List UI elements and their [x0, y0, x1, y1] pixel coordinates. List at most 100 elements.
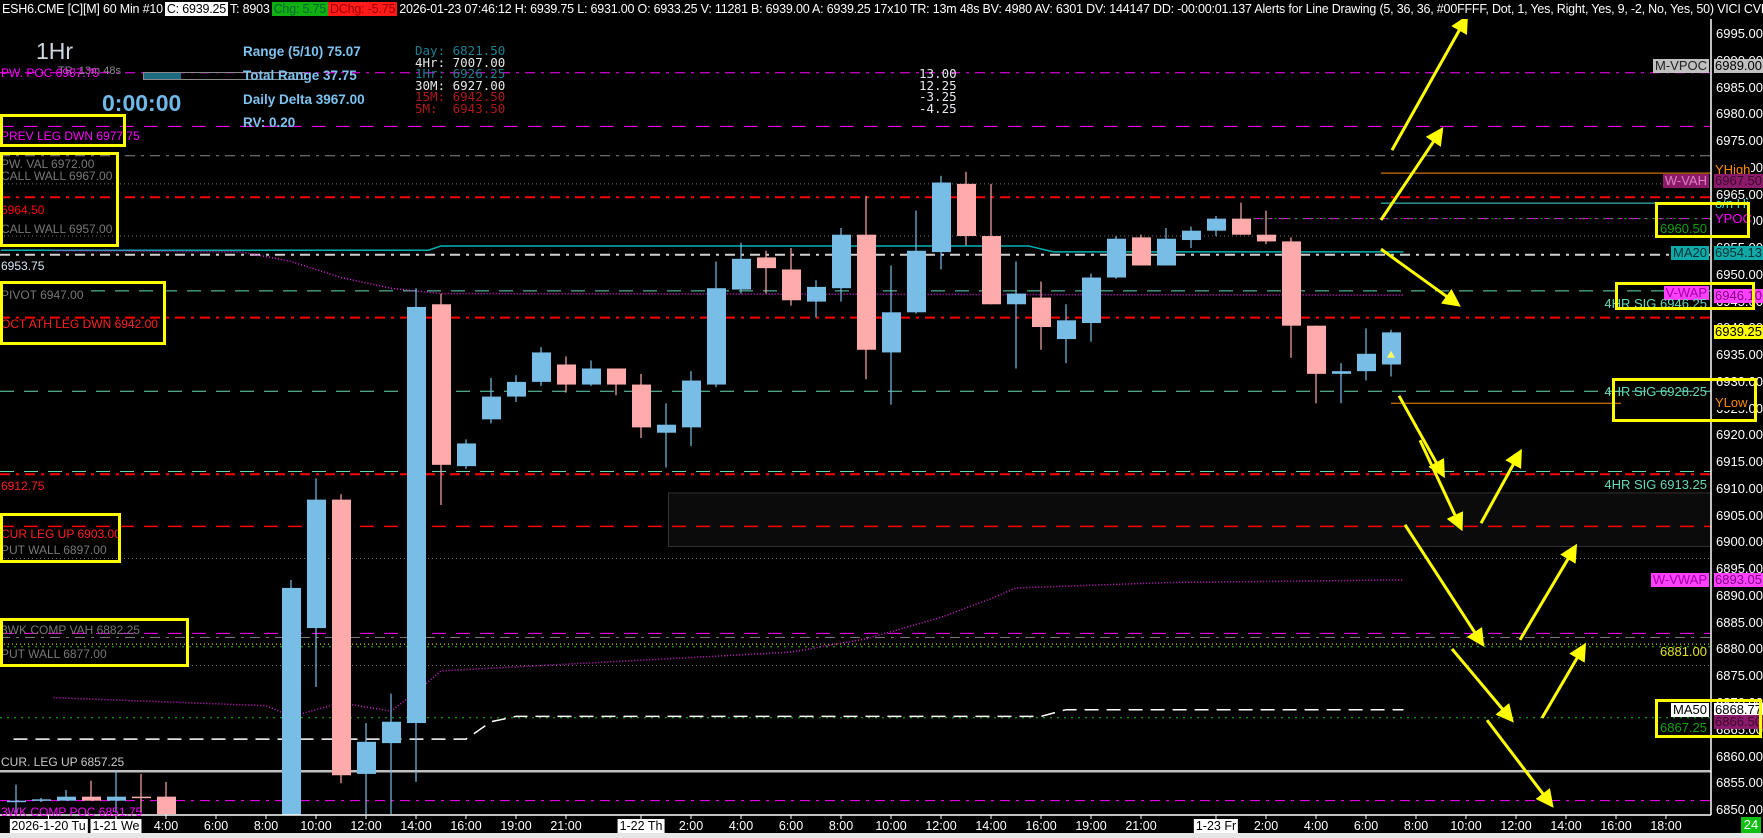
time-tick-label: 10:00: [875, 819, 907, 833]
time-tick-label: 8:00: [253, 819, 279, 833]
candle-down: [1232, 218, 1251, 235]
time-tick-label: 14:00: [400, 819, 432, 833]
drawn-highlight-rectangle[interactable]: [0, 281, 166, 345]
time-tick-label: 18:00: [1650, 819, 1682, 833]
time-tick-label: 6:00: [778, 819, 804, 833]
candle-up: [1332, 371, 1351, 374]
price-axis-marker: 6939.25: [1714, 324, 1763, 340]
level-label-left: CUR. LEG UP 6857.25: [1, 754, 125, 769]
time-tick-label: 12:00: [925, 819, 957, 833]
price-tick-label: 6910.00: [1716, 480, 1763, 496]
time-tick-label: 10:00: [1450, 819, 1482, 833]
daily-delta-stat: Daily Delta 3967.00: [243, 92, 365, 107]
candle-up: [407, 306, 426, 724]
symbol-label[interactable]: ESH6.CME [C][M] 60 Min #10: [0, 2, 165, 16]
level-label-right: M-VPOC: [1653, 58, 1709, 74]
range-stat: Range (5/10) 75.07: [243, 44, 361, 59]
level-label-left: 3WK COMP POC 6851.75: [1, 804, 143, 819]
time-tick-label: 14:00: [975, 819, 1007, 833]
drawn-arrow[interactable]: [1397, 395, 1445, 479]
candle-down: [332, 499, 351, 776]
drawn-arrow[interactable]: [1485, 719, 1554, 808]
candle-down: [82, 796, 101, 801]
time-tick-label: 16:00: [1600, 819, 1632, 833]
drawn-highlight-rectangle[interactable]: [0, 114, 126, 147]
price-axis-marker: 6954.13: [1714, 244, 1763, 260]
drawn-highlight-rectangle[interactable]: [1612, 378, 1757, 422]
price-tick-label: 6995.00: [1716, 26, 1763, 41]
drawn-arrow[interactable]: [1379, 126, 1444, 221]
price-tick-label: 6920.00: [1716, 427, 1763, 443]
candle-up: [482, 396, 501, 420]
drawn-highlight-rectangle[interactable]: [0, 513, 121, 563]
timeframe-label: 1Hr: [36, 38, 74, 64]
candle-up: [657, 424, 676, 433]
drawn-highlight-rectangle[interactable]: [0, 618, 189, 667]
time-tick-label: 16:00: [1025, 819, 1057, 833]
price-tick-label: 6980.00: [1716, 106, 1763, 122]
candle-down: [432, 304, 451, 465]
level-label-left: 6912.75: [1, 478, 45, 493]
candle-down: [782, 269, 801, 301]
drawn-highlight-rectangle[interactable]: [1615, 282, 1755, 310]
price-tick-label: 6855.00: [1716, 775, 1763, 791]
level-label-right: W-VAH: [1662, 173, 1709, 189]
drawn-arrow[interactable]: [1380, 247, 1461, 307]
candle-down: [632, 384, 651, 428]
level-label-left: 6953.75: [1, 258, 45, 273]
ma20-curve: [1, 245, 1404, 253]
candle-up: [32, 799, 51, 801]
time-tick-label: 4:00: [153, 819, 179, 833]
price-tick-label: 6985.00: [1716, 79, 1763, 95]
candle-up: [507, 381, 526, 397]
candle-up: [382, 721, 401, 744]
drawn-highlight-rectangle[interactable]: [0, 152, 119, 247]
time-tick-label: 10:00: [300, 819, 332, 833]
candle-up: [357, 741, 376, 774]
candle-up: [532, 352, 551, 382]
ma50-curve: [13, 708, 1404, 740]
price-zone-box[interactable]: [668, 492, 1712, 547]
drawn-arrow[interactable]: [1518, 543, 1578, 641]
level-label-right: MA20: [1671, 244, 1709, 260]
time-tick-label: 12:00: [350, 819, 382, 833]
candle-up: [307, 499, 326, 629]
level-label-right: 6881.00: [1660, 643, 1707, 659]
drawn-arrow[interactable]: [1450, 647, 1514, 723]
chart-header-bar: ESH6.CME [C][M] 60 Min #10 C: 6939.25 T: 8…: [0, 0, 1763, 19]
candle-up: [1182, 230, 1201, 241]
candle-up: [1082, 277, 1101, 324]
time-tick-label: 4:00: [728, 819, 754, 833]
change-value: Chg: 5.75: [271, 2, 329, 16]
time-tick-label: 4:00: [1303, 819, 1329, 833]
horizontal-scrollbar[interactable]: [0, 833, 1763, 838]
price-tick-label: 6915.00: [1716, 454, 1763, 470]
price-tick-label: 6885.00: [1716, 614, 1763, 630]
time-tick-label: 21:00: [550, 819, 582, 833]
candle-down: [757, 257, 776, 269]
candle-up: [1057, 320, 1076, 340]
weekly-vwap-curve: [53, 579, 1404, 718]
date-tick-label: 1-23 Fr: [1193, 819, 1239, 833]
close-price: C: 6939.25: [164, 2, 228, 16]
candle-up: [932, 182, 951, 253]
price-tick-label: 6935.00: [1716, 347, 1763, 363]
candle-up: [107, 796, 126, 801]
drawn-arrow[interactable]: [1540, 642, 1587, 719]
time-tick-label: 8:00: [1403, 819, 1429, 833]
daily-change-value: DChg: -5.75: [328, 2, 398, 16]
candle-down: [157, 796, 176, 815]
price-tick-label: 6875.00: [1716, 668, 1763, 684]
price-axis-marker: 6967.50: [1714, 173, 1763, 189]
drawn-highlight-rectangle[interactable]: [1655, 699, 1762, 738]
candle-up: [282, 587, 301, 815]
drawn-highlight-rectangle[interactable]: [1655, 202, 1750, 238]
time-tick-label: 6:00: [203, 819, 229, 833]
time-tick-label: 19:00: [1075, 819, 1107, 833]
level-label-right: 4HR SIG 6913.25: [1604, 476, 1707, 492]
rv-stat: RV: 0.20: [243, 115, 296, 130]
time-tick-label: 19:00: [500, 819, 532, 833]
drawn-arrow[interactable]: [1390, 14, 1468, 151]
date-tick-label: 2026-1-20 Tu: [9, 819, 88, 833]
price-tick-label: 6900.00: [1716, 534, 1763, 550]
